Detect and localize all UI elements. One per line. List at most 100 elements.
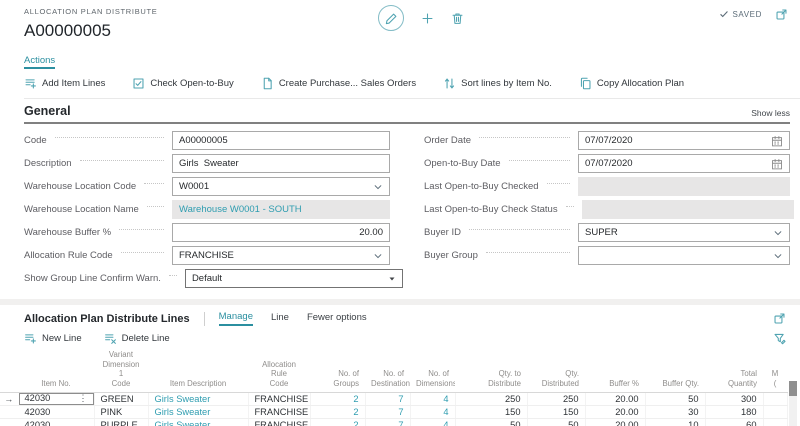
dotted-leader <box>121 252 164 253</box>
col-header-qty-to-distribute[interactable]: Qty. to Distribute <box>455 350 527 392</box>
cell-m[interactable] <box>763 392 787 405</box>
cell-no-of-destinations[interactable]: 7 <box>365 405 410 418</box>
cell-total-quantity[interactable]: 300 <box>705 392 763 405</box>
cell-buffer-qty[interactable]: 10 <box>645 418 705 426</box>
cell-no-of-dimensions[interactable]: 4 <box>410 418 455 426</box>
cell-buffer[interactable]: 20.00 <box>585 405 645 418</box>
cell-no-of-destinations[interactable]: 7 <box>365 418 410 426</box>
cell-m[interactable] <box>763 405 787 418</box>
save-status-label: SAVED <box>732 10 762 19</box>
col-header-no-of-destinations[interactable]: No. of Destinations <box>365 350 410 392</box>
check-icon <box>719 9 729 19</box>
cell-buffer[interactable]: 20.00 <box>585 392 645 405</box>
col-header-buffer-qty[interactable]: Buffer Qty. <box>645 350 705 392</box>
tab-actions[interactable]: Actions <box>24 55 55 69</box>
cell-item-description[interactable]: Girls Sweater <box>148 392 248 405</box>
cell-m[interactable] <box>763 418 787 426</box>
field-warehouse-location-name-link[interactable]: Warehouse W0001 - SOUTH <box>172 200 390 219</box>
pencil-icon <box>385 12 398 25</box>
field-description-input[interactable]: Girls Sweater <box>172 154 390 173</box>
cell-allocation-rule-code[interactable]: FRANCHISE <box>248 392 310 405</box>
save-status: SAVED <box>719 9 762 19</box>
cell-qty-to-distribute[interactable]: 250 <box>455 392 527 405</box>
cell-no-of-destinations[interactable]: 7 <box>365 392 410 405</box>
cell-allocation-rule-code[interactable]: FRANCHISE <box>248 405 310 418</box>
field-warehouse-location-code-combo[interactable]: W0001 <box>172 177 390 196</box>
new-line-button[interactable]: New Line <box>24 332 82 345</box>
cell-no-of-groups[interactable]: 2 <box>310 405 365 418</box>
cell-no-of-groups[interactable]: 2 <box>310 418 365 426</box>
check-open-to-buy-icon <box>132 77 145 90</box>
cell-variant-dimension-1-code[interactable]: PINK <box>94 405 148 418</box>
action-add-item-lines[interactable]: Add Item Lines <box>24 77 105 90</box>
cell-item-description[interactable]: Girls Sweater <box>148 405 248 418</box>
cell-total-quantity[interactable]: 180 <box>705 405 763 418</box>
cell-qty-distributed[interactable]: 150 <box>527 405 585 418</box>
cell-item-no[interactable]: 42030 <box>18 418 94 426</box>
cell-item-description[interactable]: Girls Sweater <box>148 418 248 426</box>
chevron-down-icon <box>773 228 783 238</box>
lines-tab-line[interactable]: Line <box>271 312 289 325</box>
field-order-date-input[interactable]: 07/07/2020 <box>578 131 790 150</box>
vertical-scrollbar-thumb[interactable] <box>789 381 797 396</box>
col-header-m[interactable]: M ( <box>763 350 787 392</box>
cell-total-quantity[interactable]: 60 <box>705 418 763 426</box>
lines-popout-button[interactable] <box>773 312 786 325</box>
delete-record-button[interactable] <box>451 12 464 25</box>
cell-item-no[interactable]: 42030⋮ <box>18 392 94 405</box>
col-header-qty-distributed[interactable]: Qty. Distributed <box>527 350 585 392</box>
col-header-no-of-groups[interactable]: No. of Groups <box>310 350 365 392</box>
col-header-buffer[interactable]: Buffer % <box>585 350 645 392</box>
lines-tab-manage[interactable]: Manage <box>219 311 253 326</box>
cell-variant-dimension-1-code[interactable]: PURPLE <box>94 418 148 426</box>
calendar-icon[interactable] <box>771 158 783 170</box>
cell-buffer-qty[interactable]: 30 <box>645 405 705 418</box>
action-sort-lines-by-item-no[interactable]: Sort lines by Item No. <box>443 77 552 90</box>
lines-tab-fewer-options[interactable]: Fewer options <box>307 312 367 325</box>
lines-filter-button[interactable] <box>773 332 786 345</box>
cell-qty-distributed[interactable]: 250 <box>527 392 585 405</box>
action-create-purchase-sales-orders[interactable]: Create Purchase... Sales Orders <box>261 77 416 90</box>
col-header-variant-dimension-1-code[interactable]: Variant Dimension 1 Code <box>94 350 148 392</box>
cell-qty-distributed[interactable]: 50 <box>527 418 585 426</box>
show-less-link[interactable]: Show less <box>751 108 790 118</box>
edit-button[interactable] <box>378 5 404 31</box>
action-label: Add Item Lines <box>42 78 105 89</box>
open-in-new-window-button[interactable] <box>775 8 788 21</box>
calendar-icon[interactable] <box>771 135 783 147</box>
dotted-leader <box>169 275 177 276</box>
cell-qty-to-distribute[interactable]: 50 <box>455 418 527 426</box>
vertical-scrollbar[interactable] <box>789 381 797 426</box>
action-copy-allocation-plan[interactable]: Copy Allocation Plan <box>579 77 684 90</box>
field-open-to-buy-date-input[interactable]: 07/07/2020 <box>578 154 790 173</box>
col-header-no-of-dimensions[interactable]: No. of Dimensions <box>410 350 455 392</box>
delete-line-icon <box>104 332 117 345</box>
table-header-row: Item No.Variant Dimension 1 CodeItem Des… <box>0 350 787 392</box>
col-header-allocation-rule-code[interactable]: Allocation Rule Code <box>248 350 310 392</box>
cell-no-of-dimensions[interactable]: 4 <box>410 405 455 418</box>
cell-allocation-rule-code[interactable]: FRANCHISE <box>248 418 310 426</box>
cell-buffer-qty[interactable]: 50 <box>645 392 705 405</box>
field-buyer-group-combo[interactable] <box>578 246 790 265</box>
field-allocation-rule-code-combo[interactable]: FRANCHISE <box>172 246 390 265</box>
cell-buffer[interactable]: 20.00 <box>585 418 645 426</box>
new-record-button[interactable] <box>421 12 434 25</box>
field-label: Allocation Rule Code <box>24 250 113 261</box>
cell-no-of-groups[interactable]: 2 <box>310 392 365 405</box>
cell-item-no[interactable]: 42030 <box>18 405 94 418</box>
field-buyer-id-combo[interactable]: SUPER <box>578 223 790 242</box>
delete-line-button[interactable]: Delete Line <box>104 332 170 345</box>
field-code-input[interactable]: A00000005 <box>172 131 390 150</box>
action-check-open-to-buy[interactable]: Check Open-to-Buy <box>132 77 233 90</box>
copy-icon <box>579 77 592 90</box>
col-header-total-quantity[interactable]: Total Quantity <box>705 350 763 392</box>
cell-variant-dimension-1-code[interactable]: GREEN <box>94 392 148 405</box>
cell-qty-to-distribute[interactable]: 150 <box>455 405 527 418</box>
field-show-group-line-confirm-warn-select[interactable]: Default <box>185 269 403 288</box>
cell-no-of-dimensions[interactable]: 4 <box>410 392 455 405</box>
row-actions-kebab-icon[interactable]: ⋮ <box>79 393 88 404</box>
col-header-item-description[interactable]: Item Description <box>148 350 248 392</box>
field-warehouse-buffer-input[interactable]: 20.00 <box>172 223 390 242</box>
col-header-item-no[interactable]: Item No. <box>18 350 94 392</box>
table-row: →42030⋮GREENGirls SweaterFRANCHISE274250… <box>0 392 787 405</box>
